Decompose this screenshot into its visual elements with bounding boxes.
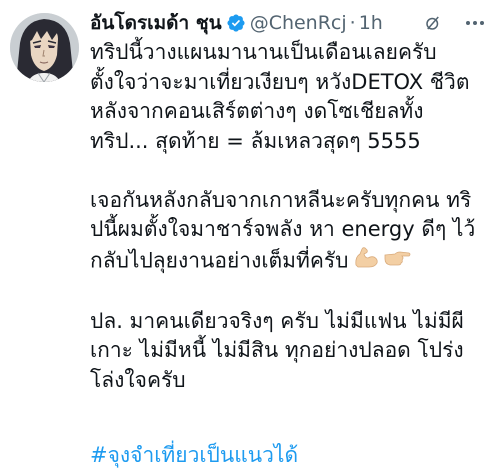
text-line-with-emoji: กลับไปลุยงานอย่างเต็มที่ครับ: [90, 245, 492, 278]
grok-icon[interactable]: [424, 14, 442, 32]
text-line: กลับไปลุยงานอย่างเต็มที่ครับ: [90, 247, 349, 272]
avatar[interactable]: [10, 13, 79, 82]
text-line: ทริปนี้วางแผนมานานเป็นเดือนเลยครับ: [90, 40, 437, 64]
text-line: ตั้งใจว่าจะมาเที่ยวเงียบๆ หวังDETOX ชีวิ…: [90, 69, 470, 94]
text-line: เจอกันหลังกลับจากเกาหลีนะครับทุกคน ทริ: [90, 187, 472, 212]
flexed-biceps-icon: [353, 245, 379, 278]
timestamp[interactable]: 1h: [359, 12, 383, 34]
tweet: อันโดรเมด้า ชุน @ChenRcj · 1h ทริปนี้วาง…: [0, 0, 500, 475]
author-handle[interactable]: @ChenRcj: [250, 12, 347, 34]
text-line: ปนี้ผมตั้งใจมาชาร์จพลัง หา energy ดีๆ ไว…: [90, 217, 476, 241]
display-name[interactable]: อันโดรเมด้า ชุน: [90, 8, 222, 38]
paragraph-3: ปล. มาคนเดียวจริงๆ ครับ ไม่มีแฟน ไม่มีผี…: [90, 307, 492, 396]
separator-dot: ·: [349, 12, 356, 34]
pointing-right-hand-icon: [383, 246, 411, 277]
paragraph-2: เจอกันหลังกลับจากเกาหลีนะครับทุกคน ทริ ป…: [90, 186, 492, 278]
text-line: โล่งใจครับ: [90, 367, 186, 392]
text-line: ปล. มาคนเดียวจริงๆ ครับ ไม่มีแฟน ไม่มีผี: [90, 308, 464, 333]
tweet-header: อันโดรเมด้า ชุน @ChenRcj · 1h: [90, 10, 490, 36]
text-line: เกาะ ไม่มีหนี้ ไม่มีสิน ทุกอย่างปลอด โปร…: [90, 338, 464, 362]
text-line: หลังจากคอนเสิร์ตต่างๆ งดโซเชียลทั้ง: [90, 99, 424, 123]
more-options-icon[interactable]: [462, 10, 488, 36]
tweet-text: ทริปนี้วางแผนมานานเป็นเดือนเลยครับ ตั้งใ…: [90, 38, 492, 395]
hashtag-link[interactable]: #จุงจำเที่ยวเป็นแนวได้: [90, 441, 298, 471]
verified-badge-icon: [226, 13, 246, 33]
text-line: ทริป... สุดท้าย = ล้มเหลวสุดๆ 5555: [90, 128, 421, 153]
paragraph-1: ทริปนี้วางแผนมานานเป็นเดือนเลยครับ ตั้งใ…: [90, 38, 492, 156]
